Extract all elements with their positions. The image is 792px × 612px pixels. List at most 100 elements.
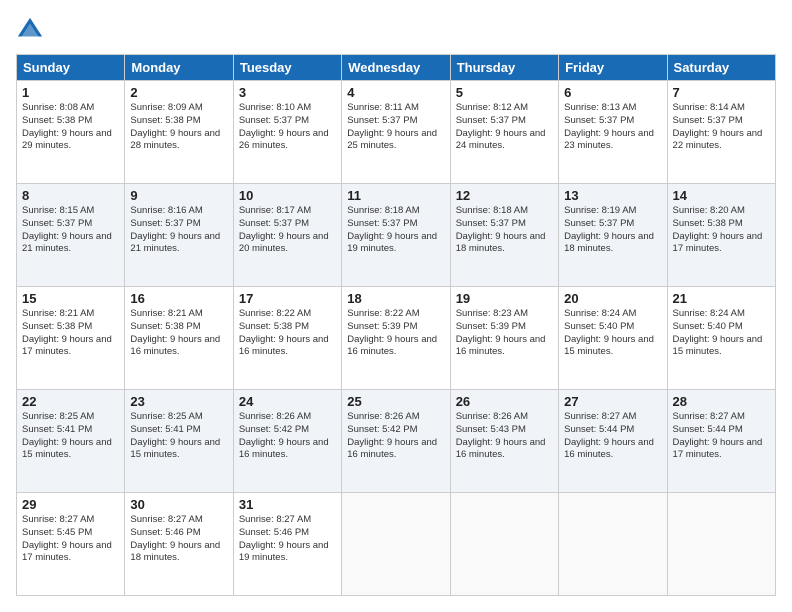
day-number: 31 xyxy=(239,497,336,512)
cell-content: Sunrise: 8:27 AMSunset: 5:46 PMDaylight:… xyxy=(239,514,329,563)
calendar-cell: 28 Sunrise: 8:27 AMSunset: 5:44 PMDaylig… xyxy=(667,390,775,493)
calendar-cell: 21 Sunrise: 8:24 AMSunset: 5:40 PMDaylig… xyxy=(667,287,775,390)
page: SundayMondayTuesdayWednesdayThursdayFrid… xyxy=(0,0,792,612)
day-number: 3 xyxy=(239,85,336,100)
day-number: 20 xyxy=(564,291,661,306)
calendar-week-row: 1 Sunrise: 8:08 AMSunset: 5:38 PMDayligh… xyxy=(17,81,776,184)
cell-content: Sunrise: 8:27 AMSunset: 5:44 PMDaylight:… xyxy=(564,411,654,460)
cell-content: Sunrise: 8:24 AMSunset: 5:40 PMDaylight:… xyxy=(673,308,763,357)
day-number: 7 xyxy=(673,85,770,100)
calendar-cell: 25 Sunrise: 8:26 AMSunset: 5:42 PMDaylig… xyxy=(342,390,450,493)
cell-content: Sunrise: 8:11 AMSunset: 5:37 PMDaylight:… xyxy=(347,102,437,151)
day-number: 12 xyxy=(456,188,553,203)
calendar-cell: 8 Sunrise: 8:15 AMSunset: 5:37 PMDayligh… xyxy=(17,184,125,287)
calendar-cell: 4 Sunrise: 8:11 AMSunset: 5:37 PMDayligh… xyxy=(342,81,450,184)
calendar-header-row: SundayMondayTuesdayWednesdayThursdayFrid… xyxy=(17,55,776,81)
logo-icon xyxy=(16,16,44,44)
cell-content: Sunrise: 8:08 AMSunset: 5:38 PMDaylight:… xyxy=(22,102,112,151)
day-number: 19 xyxy=(456,291,553,306)
calendar-cell: 31 Sunrise: 8:27 AMSunset: 5:46 PMDaylig… xyxy=(233,493,341,596)
cell-content: Sunrise: 8:14 AMSunset: 5:37 PMDaylight:… xyxy=(673,102,763,151)
cell-content: Sunrise: 8:22 AMSunset: 5:38 PMDaylight:… xyxy=(239,308,329,357)
cell-content: Sunrise: 8:12 AMSunset: 5:37 PMDaylight:… xyxy=(456,102,546,151)
calendar-cell: 19 Sunrise: 8:23 AMSunset: 5:39 PMDaylig… xyxy=(450,287,558,390)
calendar-cell: 15 Sunrise: 8:21 AMSunset: 5:38 PMDaylig… xyxy=(17,287,125,390)
cell-content: Sunrise: 8:23 AMSunset: 5:39 PMDaylight:… xyxy=(456,308,546,357)
calendar-cell xyxy=(342,493,450,596)
day-number: 11 xyxy=(347,188,444,203)
cell-content: Sunrise: 8:09 AMSunset: 5:38 PMDaylight:… xyxy=(130,102,220,151)
cell-content: Sunrise: 8:25 AMSunset: 5:41 PMDaylight:… xyxy=(22,411,112,460)
cell-content: Sunrise: 8:18 AMSunset: 5:37 PMDaylight:… xyxy=(456,205,546,254)
calendar-day-header: Monday xyxy=(125,55,233,81)
calendar-cell: 23 Sunrise: 8:25 AMSunset: 5:41 PMDaylig… xyxy=(125,390,233,493)
cell-content: Sunrise: 8:27 AMSunset: 5:46 PMDaylight:… xyxy=(130,514,220,563)
day-number: 14 xyxy=(673,188,770,203)
calendar-cell: 22 Sunrise: 8:25 AMSunset: 5:41 PMDaylig… xyxy=(17,390,125,493)
day-number: 10 xyxy=(239,188,336,203)
day-number: 9 xyxy=(130,188,227,203)
calendar-cell: 11 Sunrise: 8:18 AMSunset: 5:37 PMDaylig… xyxy=(342,184,450,287)
calendar-cell: 27 Sunrise: 8:27 AMSunset: 5:44 PMDaylig… xyxy=(559,390,667,493)
cell-content: Sunrise: 8:22 AMSunset: 5:39 PMDaylight:… xyxy=(347,308,437,357)
calendar-cell: 12 Sunrise: 8:18 AMSunset: 5:37 PMDaylig… xyxy=(450,184,558,287)
day-number: 4 xyxy=(347,85,444,100)
calendar-cell: 7 Sunrise: 8:14 AMSunset: 5:37 PMDayligh… xyxy=(667,81,775,184)
cell-content: Sunrise: 8:10 AMSunset: 5:37 PMDaylight:… xyxy=(239,102,329,151)
cell-content: Sunrise: 8:18 AMSunset: 5:37 PMDaylight:… xyxy=(347,205,437,254)
calendar-cell xyxy=(667,493,775,596)
calendar-body: 1 Sunrise: 8:08 AMSunset: 5:38 PMDayligh… xyxy=(17,81,776,596)
calendar-cell: 18 Sunrise: 8:22 AMSunset: 5:39 PMDaylig… xyxy=(342,287,450,390)
day-number: 28 xyxy=(673,394,770,409)
day-number: 8 xyxy=(22,188,119,203)
cell-content: Sunrise: 8:21 AMSunset: 5:38 PMDaylight:… xyxy=(130,308,220,357)
calendar-cell: 24 Sunrise: 8:26 AMSunset: 5:42 PMDaylig… xyxy=(233,390,341,493)
cell-content: Sunrise: 8:21 AMSunset: 5:38 PMDaylight:… xyxy=(22,308,112,357)
day-number: 29 xyxy=(22,497,119,512)
day-number: 24 xyxy=(239,394,336,409)
calendar-cell: 20 Sunrise: 8:24 AMSunset: 5:40 PMDaylig… xyxy=(559,287,667,390)
calendar-cell xyxy=(559,493,667,596)
calendar-cell: 30 Sunrise: 8:27 AMSunset: 5:46 PMDaylig… xyxy=(125,493,233,596)
day-number: 18 xyxy=(347,291,444,306)
calendar-week-row: 29 Sunrise: 8:27 AMSunset: 5:45 PMDaylig… xyxy=(17,493,776,596)
calendar-cell: 6 Sunrise: 8:13 AMSunset: 5:37 PMDayligh… xyxy=(559,81,667,184)
cell-content: Sunrise: 8:26 AMSunset: 5:42 PMDaylight:… xyxy=(239,411,329,460)
calendar-cell: 2 Sunrise: 8:09 AMSunset: 5:38 PMDayligh… xyxy=(125,81,233,184)
day-number: 1 xyxy=(22,85,119,100)
cell-content: Sunrise: 8:16 AMSunset: 5:37 PMDaylight:… xyxy=(130,205,220,254)
day-number: 23 xyxy=(130,394,227,409)
calendar-cell: 14 Sunrise: 8:20 AMSunset: 5:38 PMDaylig… xyxy=(667,184,775,287)
calendar-cell: 3 Sunrise: 8:10 AMSunset: 5:37 PMDayligh… xyxy=(233,81,341,184)
cell-content: Sunrise: 8:15 AMSunset: 5:37 PMDaylight:… xyxy=(22,205,112,254)
day-number: 22 xyxy=(22,394,119,409)
day-number: 5 xyxy=(456,85,553,100)
day-number: 6 xyxy=(564,85,661,100)
calendar-table: SundayMondayTuesdayWednesdayThursdayFrid… xyxy=(16,54,776,596)
cell-content: Sunrise: 8:26 AMSunset: 5:43 PMDaylight:… xyxy=(456,411,546,460)
cell-content: Sunrise: 8:27 AMSunset: 5:44 PMDaylight:… xyxy=(673,411,763,460)
cell-content: Sunrise: 8:25 AMSunset: 5:41 PMDaylight:… xyxy=(130,411,220,460)
calendar-cell: 13 Sunrise: 8:19 AMSunset: 5:37 PMDaylig… xyxy=(559,184,667,287)
day-number: 16 xyxy=(130,291,227,306)
cell-content: Sunrise: 8:13 AMSunset: 5:37 PMDaylight:… xyxy=(564,102,654,151)
cell-content: Sunrise: 8:26 AMSunset: 5:42 PMDaylight:… xyxy=(347,411,437,460)
calendar-week-row: 22 Sunrise: 8:25 AMSunset: 5:41 PMDaylig… xyxy=(17,390,776,493)
day-number: 25 xyxy=(347,394,444,409)
calendar-day-header: Thursday xyxy=(450,55,558,81)
cell-content: Sunrise: 8:17 AMSunset: 5:37 PMDaylight:… xyxy=(239,205,329,254)
calendar-cell: 17 Sunrise: 8:22 AMSunset: 5:38 PMDaylig… xyxy=(233,287,341,390)
logo xyxy=(16,16,48,44)
day-number: 27 xyxy=(564,394,661,409)
calendar-cell: 16 Sunrise: 8:21 AMSunset: 5:38 PMDaylig… xyxy=(125,287,233,390)
cell-content: Sunrise: 8:27 AMSunset: 5:45 PMDaylight:… xyxy=(22,514,112,563)
cell-content: Sunrise: 8:19 AMSunset: 5:37 PMDaylight:… xyxy=(564,205,654,254)
day-number: 13 xyxy=(564,188,661,203)
header xyxy=(16,16,776,44)
day-number: 15 xyxy=(22,291,119,306)
calendar-cell xyxy=(450,493,558,596)
calendar-day-header: Saturday xyxy=(667,55,775,81)
calendar-day-header: Wednesday xyxy=(342,55,450,81)
calendar-week-row: 15 Sunrise: 8:21 AMSunset: 5:38 PMDaylig… xyxy=(17,287,776,390)
day-number: 30 xyxy=(130,497,227,512)
